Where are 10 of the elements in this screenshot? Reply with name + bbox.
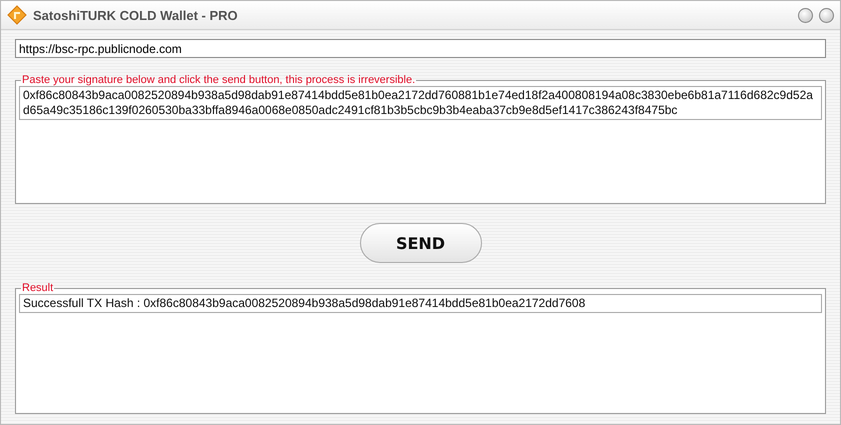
minimize-button[interactable] [798,8,813,22]
rpc-url-field[interactable]: https://bsc-rpc.publicnode.com [15,39,826,58]
close-button[interactable] [819,8,834,22]
signature-field[interactable]: 0xf86c80843b9aca0082520894b938a5d98dab91e87414bdd5e81b0ea2172dd760881b1e74ed18f2a400808194a08c3830ebe6b81a7116d682c9d52ad65a49c35186c139f0260530ba33bffa8946a0068e0850adc2491cf81b3b5cbc9b3b4eaba37cb9e8d5ef1417c386243f8475bc [19,86,822,120]
result-field[interactable]: Successfull TX Hash : 0xf86c80843b9aca0082520894b938a5d98dab91e87414bdd5e81b0ea2172dd7608 [19,294,822,313]
send-button[interactable]: SEND [360,223,482,263]
group-label: Paste your signature below and click the send button, this process is irreversible. [21,74,416,86]
window-title: SatoshiTURK COLD Wallet - PRO [33,8,238,22]
app-logo-icon [7,5,27,25]
group-label: Result [21,282,54,294]
